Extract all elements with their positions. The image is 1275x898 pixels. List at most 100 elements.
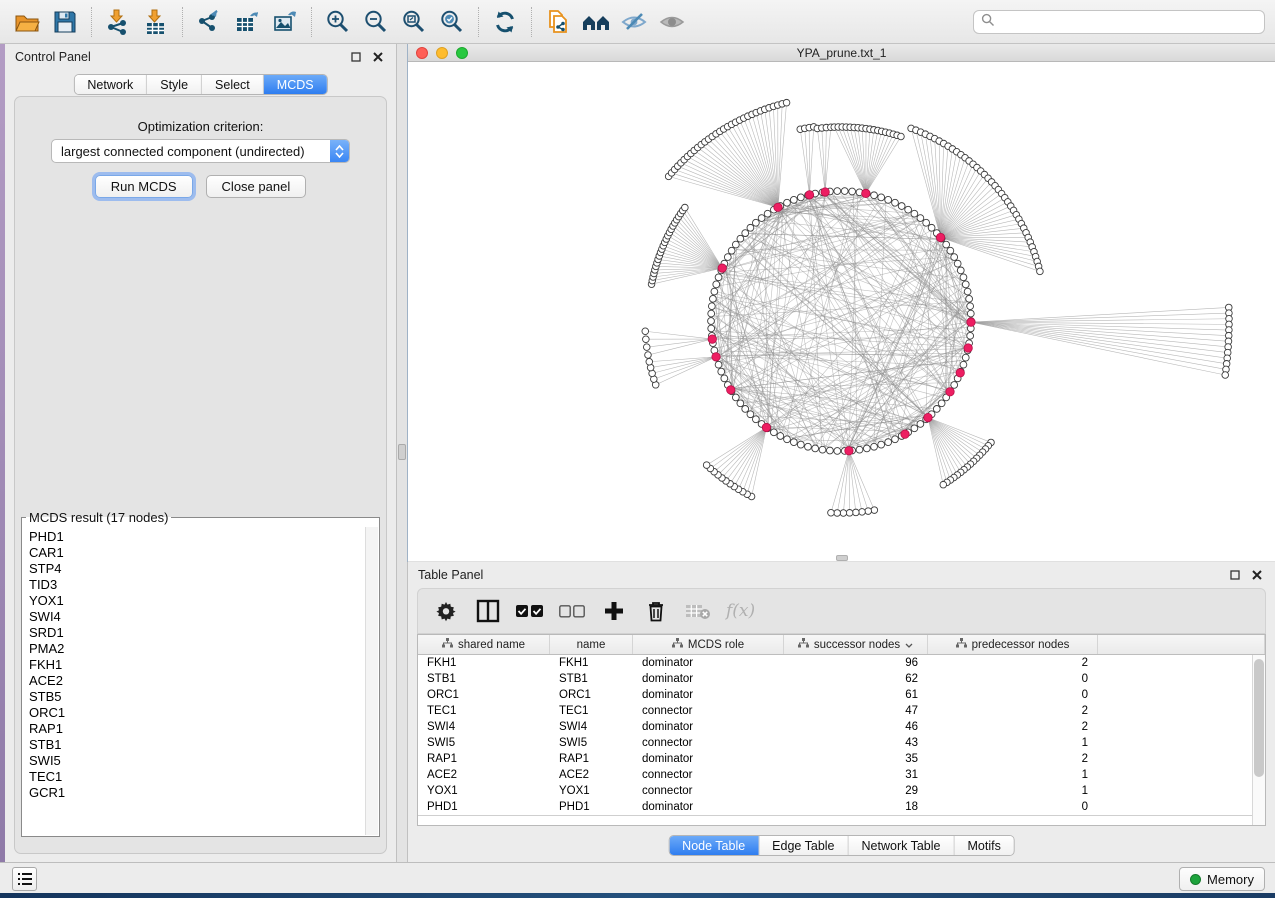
apply-function-button[interactable]: f(x) [726, 601, 755, 621]
mcds-result-item[interactable]: TID3 [29, 577, 365, 593]
table-row[interactable]: TEC1TEC1connector472 [418, 703, 1265, 719]
delete-table-button[interactable] [684, 597, 712, 625]
zoom-in-button[interactable] [319, 4, 357, 40]
show-columns-button[interactable] [474, 597, 502, 625]
mcds-result-item[interactable]: RAP1 [29, 721, 365, 737]
table-row[interactable]: STB1STB1dominator620 [418, 671, 1265, 687]
table-cell: 47 [784, 705, 928, 717]
table-cell: 29 [784, 785, 928, 797]
eye-slash-icon [619, 8, 649, 36]
mcds-result-item[interactable]: PMA2 [29, 641, 365, 657]
mcds-result-item[interactable]: SRD1 [29, 625, 365, 641]
import-table-button[interactable] [137, 4, 175, 40]
tab-mcds[interactable]: MCDS [264, 75, 327, 94]
search-field[interactable] [973, 10, 1265, 34]
column-header-shared-name[interactable]: shared name [418, 635, 550, 654]
splitter-handle-icon[interactable] [398, 444, 406, 460]
folder-icon [13, 8, 41, 36]
table-row[interactable]: PHD1PHD1dominator180 [418, 799, 1265, 815]
select-all-button[interactable] [516, 597, 544, 625]
export-network-button[interactable] [190, 4, 228, 40]
tab-network-table[interactable]: Network Table [849, 836, 955, 855]
table-row[interactable]: ACE2ACE2connector311 [418, 767, 1265, 783]
tab-node-table[interactable]: Node Table [669, 836, 759, 855]
hide-selected-button[interactable] [615, 4, 653, 40]
panel-splitter[interactable] [397, 44, 407, 862]
table-row[interactable]: SWI5SWI5connector431 [418, 735, 1265, 751]
canvas-splitter-handle[interactable] [836, 555, 848, 561]
mcds-result-item[interactable]: GCR1 [29, 785, 365, 801]
add-column-button[interactable] [600, 597, 628, 625]
column-header-name[interactable]: name [550, 635, 633, 654]
mcds-result-item[interactable]: FKH1 [29, 657, 365, 673]
table-panel: Table Panel f(x) shared namenameMCDS rol… [407, 562, 1275, 862]
close-panel-icon[interactable] [370, 49, 386, 65]
search-input[interactable] [1000, 15, 1264, 29]
mcds-result-item[interactable]: STB5 [29, 689, 365, 705]
network-titlebar: YPA_prune.txt_1 [408, 44, 1275, 62]
zoom-fit-button[interactable] [395, 4, 433, 40]
clone-network-icon [544, 8, 572, 36]
tab-network[interactable]: Network [74, 75, 147, 94]
mcds-result-item[interactable]: SWI5 [29, 753, 365, 769]
table-scrollbar[interactable] [1252, 655, 1265, 825]
table-row[interactable]: ORC1ORC1dominator610 [418, 687, 1265, 703]
mcds-result-item[interactable]: ACE2 [29, 673, 365, 689]
mcds-list-scrollbar[interactable] [365, 527, 378, 835]
mcds-result-item[interactable]: TEC1 [29, 769, 365, 785]
save-button[interactable] [46, 4, 84, 40]
column-header-predecessor-nodes[interactable]: predecessor nodes [928, 635, 1098, 654]
mcds-result-item[interactable]: YOX1 [29, 593, 365, 609]
import-network-button[interactable] [99, 4, 137, 40]
table-cell: connector [633, 737, 784, 749]
show-all-button[interactable] [653, 4, 691, 40]
zoom-out-button[interactable] [357, 4, 395, 40]
close-panel-icon[interactable] [1249, 567, 1265, 583]
zoom-selected-button[interactable] [433, 4, 471, 40]
column-header-MCDS-role[interactable]: MCDS role [633, 635, 784, 654]
network-canvas[interactable] [408, 62, 1275, 561]
open-file-button[interactable] [8, 4, 46, 40]
table-cell: 0 [928, 689, 1098, 701]
tab-motifs[interactable]: Motifs [954, 836, 1013, 855]
table-cell: SWI4 [418, 721, 550, 733]
console-button[interactable] [12, 867, 37, 891]
table-row[interactable]: RAP1RAP1dominator352 [418, 751, 1265, 767]
mcds-result-item[interactable]: STB1 [29, 737, 365, 753]
delete-column-button[interactable] [642, 597, 670, 625]
first-neighbors-button[interactable] [577, 4, 615, 40]
table-row[interactable]: SWI4SWI4dominator462 [418, 719, 1265, 735]
scrollbar-thumb[interactable] [1254, 659, 1264, 777]
table-body: FKH1FKH1dominator962STB1STB1dominator620… [418, 655, 1265, 816]
criterion-select[interactable]: largest connected component (undirected) [51, 139, 350, 163]
column-header-successor-nodes[interactable]: successor nodes [784, 635, 928, 654]
table-cell: RAP1 [418, 753, 550, 765]
tab-style[interactable]: Style [147, 75, 202, 94]
mcds-result-list[interactable]: PHD1CAR1STP4TID3YOX1SWI4SRD1PMA2FKH1ACE2… [23, 527, 365, 835]
column-type-icon [442, 638, 453, 651]
float-panel-icon[interactable] [348, 49, 364, 65]
tab-select[interactable]: Select [202, 75, 264, 94]
mcds-result-item[interactable]: ORC1 [29, 705, 365, 721]
export-table-button[interactable] [228, 4, 266, 40]
mcds-result-item[interactable]: CAR1 [29, 545, 365, 561]
table-cell: STB1 [550, 673, 633, 685]
run-mcds-button[interactable]: Run MCDS [95, 175, 193, 198]
table-settings-button[interactable] [432, 597, 460, 625]
refresh-button[interactable] [486, 4, 524, 40]
deselect-all-button[interactable] [558, 597, 586, 625]
table-row[interactable]: YOX1YOX1connector291 [418, 783, 1265, 799]
clone-network-button[interactable] [539, 4, 577, 40]
close-panel-button[interactable]: Close panel [206, 175, 307, 198]
float-panel-icon[interactable] [1227, 567, 1243, 583]
mcds-result-item[interactable]: STP4 [29, 561, 365, 577]
table-row[interactable]: FKH1FKH1dominator962 [418, 655, 1265, 671]
export-image-button[interactable] [266, 4, 304, 40]
memory-button[interactable]: Memory [1179, 867, 1265, 891]
tab-edge-table[interactable]: Edge Table [759, 836, 848, 855]
mcds-result-item[interactable]: SWI4 [29, 609, 365, 625]
mcds-result-item[interactable]: PHD1 [29, 529, 365, 545]
table-cell: 43 [784, 737, 928, 749]
table-cell: ORC1 [418, 689, 550, 701]
control-panel-title: Control Panel [15, 50, 91, 64]
